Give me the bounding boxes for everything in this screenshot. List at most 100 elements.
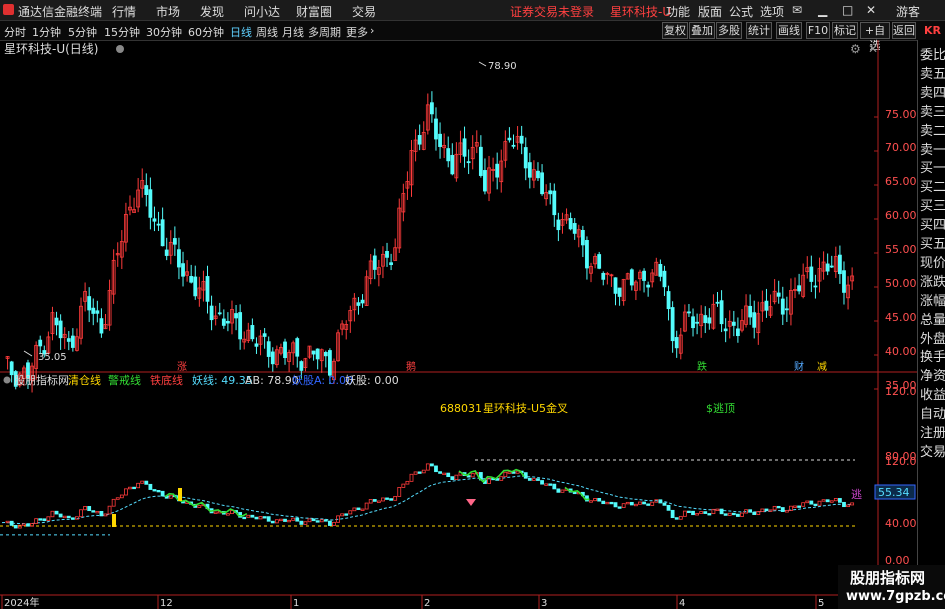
candle-body xyxy=(372,255,377,270)
candle-body xyxy=(764,300,769,311)
candle-body xyxy=(797,285,801,292)
candle-body xyxy=(703,315,708,324)
settings-icon[interactable]: ⚙ xyxy=(850,42,861,56)
tool-draw[interactable]: 画线 xyxy=(776,22,802,39)
ind-bar xyxy=(727,512,732,516)
ind-bar xyxy=(225,513,230,516)
side-label[interactable]: 交易 xyxy=(920,441,945,460)
side-label: 委比 xyxy=(920,48,945,63)
menu-formula[interactable]: 公式 xyxy=(729,3,753,20)
time-label: 3 xyxy=(541,598,547,609)
ind-bar xyxy=(589,500,593,503)
candle-body xyxy=(556,219,561,231)
ind-bar xyxy=(842,501,846,508)
ind-bar xyxy=(793,505,797,508)
period-30min[interactable]: 30分钟 xyxy=(146,24,182,40)
menu-wealth[interactable]: 财富圈 xyxy=(296,3,332,20)
candle-body xyxy=(205,276,210,302)
ind-bar xyxy=(389,498,394,501)
period-daily[interactable]: 日线 xyxy=(230,24,252,40)
period-15min[interactable]: 15分钟 xyxy=(104,24,140,40)
ind-bar xyxy=(613,502,618,508)
tool-back[interactable]: 返回 xyxy=(892,22,916,39)
side-label: 总量 xyxy=(920,312,945,328)
side-label[interactable]: 注册 xyxy=(920,422,945,441)
period-monthly[interactable]: 月线 xyxy=(282,24,304,40)
indicator-name[interactable]: 股朋指标网 xyxy=(14,373,69,387)
candle-body xyxy=(809,266,814,282)
kline-chart[interactable]: 2024年 12 1 2 3 4 5 星环科技-U(日线) ⚙ ✕ 78.90 35.05 … xyxy=(0,40,917,609)
ind-bar xyxy=(527,477,532,481)
tool-mark[interactable]: 标记 xyxy=(832,22,858,39)
tool-f10[interactable]: F10 xyxy=(806,22,830,39)
chevron-right-icon[interactable]: › xyxy=(370,24,374,37)
candle-body xyxy=(776,292,781,297)
candle-body xyxy=(356,302,361,306)
candle-body xyxy=(691,316,695,329)
ind-bar xyxy=(768,509,773,512)
ind-bar xyxy=(266,516,271,522)
menu-trade[interactable]: 交易 xyxy=(352,3,376,20)
menu-quotes[interactable]: 行情 xyxy=(112,3,136,20)
indicator-icon[interactable] xyxy=(3,376,11,384)
menu-layout[interactable]: 版面 xyxy=(698,3,722,20)
close-chart-icon[interactable]: ✕ xyxy=(868,42,878,56)
indicator-group xyxy=(0,459,855,536)
period-more[interactable]: 更多 xyxy=(346,24,368,40)
menu-function[interactable]: 功能 xyxy=(666,3,690,20)
guest-label[interactable]: 游客 xyxy=(896,3,920,20)
period-5min[interactable]: 5分钟 xyxy=(68,24,97,40)
tool-overlay[interactable]: 叠加 xyxy=(689,22,715,39)
menu-options[interactable]: 选项 xyxy=(760,3,784,20)
period-60min[interactable]: 60分钟 xyxy=(188,24,224,40)
ind-bar xyxy=(62,515,67,519)
ind-bar xyxy=(303,521,308,525)
candle-body xyxy=(54,317,59,326)
candle-body xyxy=(327,350,332,376)
tool-stats[interactable]: 统计 xyxy=(746,22,772,39)
maximize-icon[interactable]: □ xyxy=(842,3,853,17)
main-grid xyxy=(874,116,878,390)
current-value: 55.34 xyxy=(878,486,910,499)
ind-bar xyxy=(523,472,528,479)
ind-bar xyxy=(556,488,561,493)
minimize-icon[interactable]: ▁ xyxy=(818,3,827,17)
ind-bar xyxy=(536,478,540,481)
candle-body xyxy=(511,144,516,147)
ind-bar xyxy=(270,520,275,524)
tool-multi-stock[interactable]: 多股 xyxy=(716,22,742,39)
menu-discover[interactable]: 发现 xyxy=(200,3,224,20)
side-label[interactable]: 自动 xyxy=(920,403,945,422)
close-icon[interactable]: ✕ xyxy=(866,3,876,17)
period-1min[interactable]: 1分钟 xyxy=(32,24,61,40)
low-label: 35.05 xyxy=(38,352,67,363)
period-weekly[interactable]: 周线 xyxy=(256,24,278,40)
envelope-icon[interactable]: ✉ xyxy=(792,3,802,17)
ind-bar xyxy=(731,512,736,516)
info-icon[interactable] xyxy=(116,45,124,53)
tool-add-watch[interactable]: +自选 xyxy=(860,22,890,52)
ind-bar xyxy=(678,515,683,520)
trade-login-notice[interactable]: 证券交易未登录 xyxy=(510,3,594,20)
ind-bar xyxy=(246,514,251,518)
y-tick: 50.00 xyxy=(885,277,917,290)
ind-bar xyxy=(5,520,10,524)
period-intraday[interactable]: 分时 xyxy=(4,24,26,40)
side-label: 现价 xyxy=(920,255,945,271)
main-y-ticks: 75.00 70.00 65.00 60.00 55.00 50.00 45.0… xyxy=(885,108,917,392)
candle-body xyxy=(687,311,691,314)
ind-bar xyxy=(242,516,247,520)
watermark: 股朋指标网 www.7gpzb.com xyxy=(838,565,945,609)
candle-body xyxy=(585,240,589,269)
menu-market[interactable]: 市场 xyxy=(156,3,180,20)
ind-bar xyxy=(597,498,602,502)
candle-body xyxy=(719,300,724,325)
ind-bar xyxy=(801,502,806,507)
time-label: 4 xyxy=(679,598,685,609)
tool-adjust[interactable]: 复权 xyxy=(662,22,688,39)
period-multi[interactable]: 多周期 xyxy=(308,24,341,40)
candle-body xyxy=(99,318,104,334)
menu-ask[interactable]: 问小达 xyxy=(244,3,280,20)
ind-bar xyxy=(9,520,14,526)
time-label: 2024年 xyxy=(4,596,39,609)
